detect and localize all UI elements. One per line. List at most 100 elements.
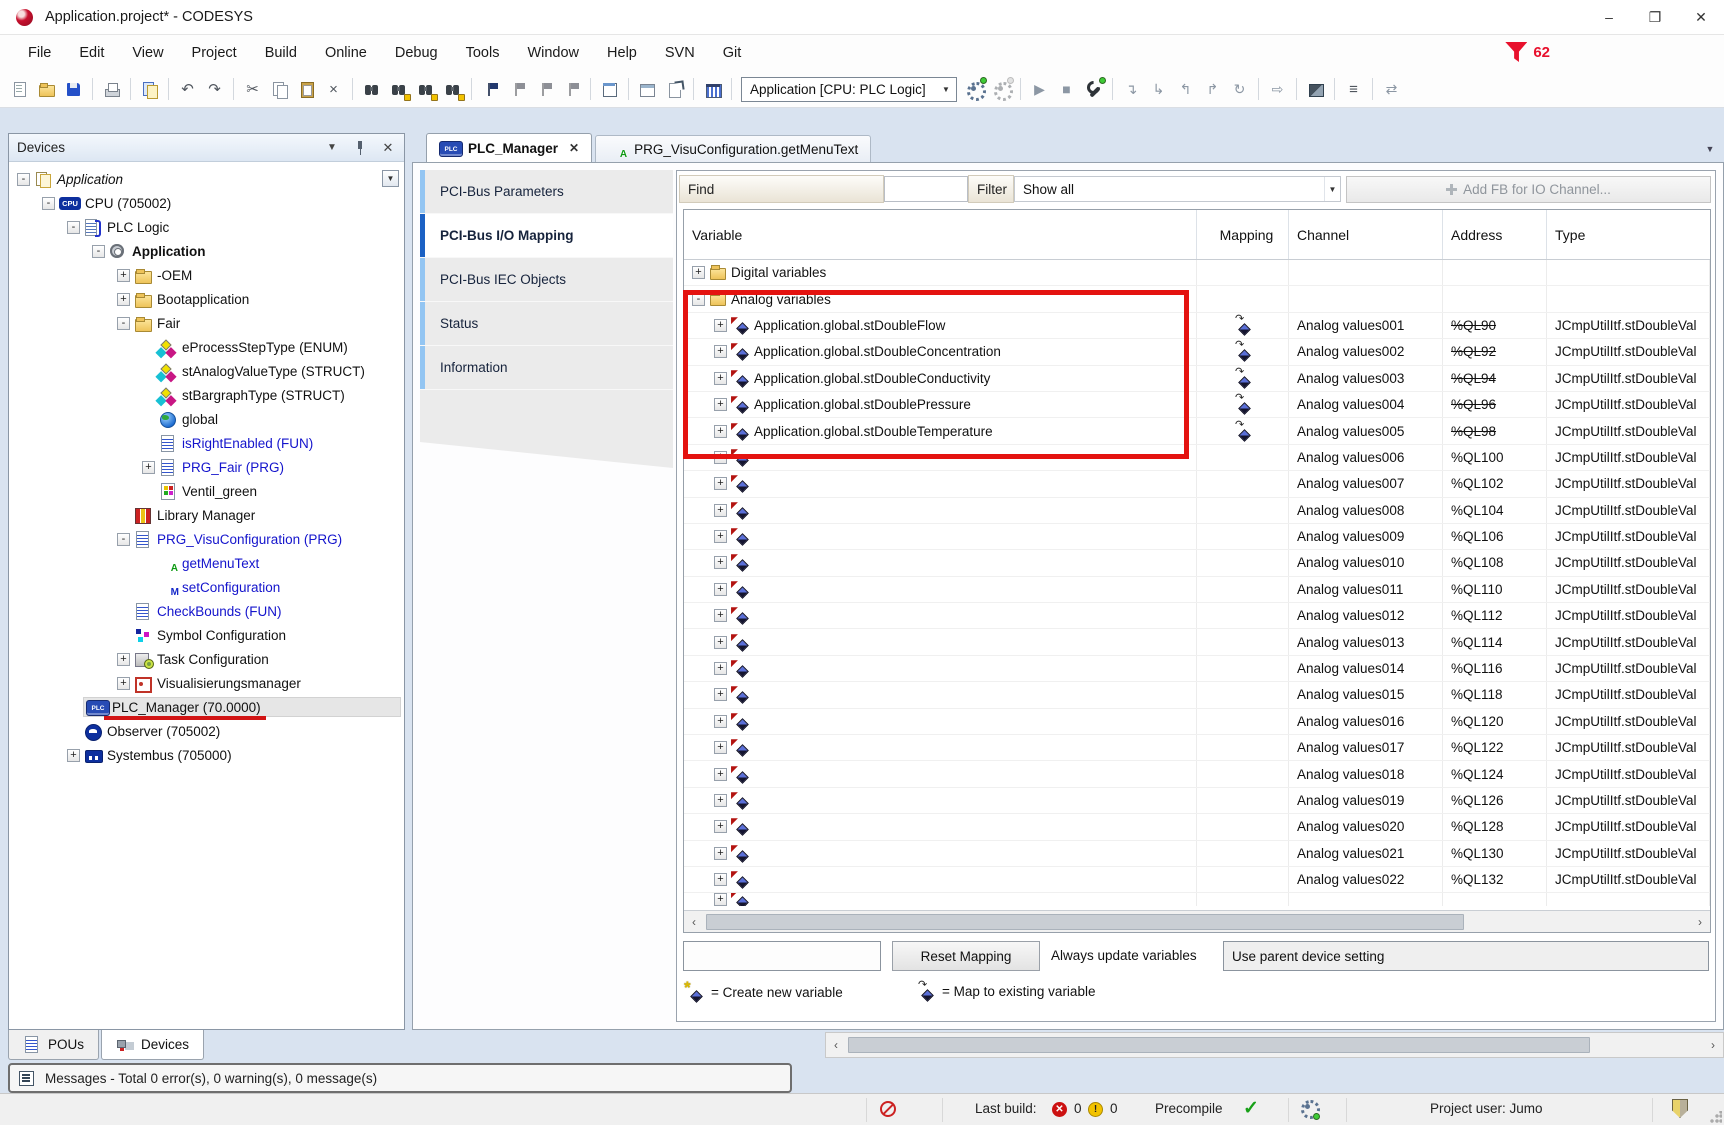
build-button[interactable]: [700, 77, 725, 102]
table-row[interactable]: +◤Analog values022%QL132JCmpUtilItf.stDo…: [684, 867, 1710, 893]
tree-item-global[interactable]: global: [9, 407, 404, 431]
nav-tab-status[interactable]: Status: [420, 302, 673, 346]
tree-item--oem[interactable]: +-OEM: [9, 263, 404, 287]
table-row[interactable]: +◤Analog values008%QL104JCmpUtilItf.stDo…: [684, 498, 1710, 524]
toggle-bookmark-button[interactable]: [478, 77, 503, 102]
group-expander[interactable]: -: [692, 293, 705, 306]
row-expander[interactable]: +: [714, 583, 727, 596]
tree-item-application[interactable]: -Application▼: [9, 167, 404, 191]
nav-tab-pci-bus-iec-objects[interactable]: PCI-Bus IEC Objects: [420, 258, 673, 302]
tree-item-plc-manager-70-0000-[interactable]: PLC_Manager (70.0000): [9, 695, 404, 719]
table-row[interactable]: +◤Analog values020%QL128JCmpUtilItf.stDo…: [684, 814, 1710, 840]
nav-tab-pci-bus-i-o-mapping[interactable]: PCI-Bus I/O Mapping: [420, 214, 673, 258]
tree-expander[interactable]: -: [67, 221, 80, 234]
messages-bar[interactable]: Messages - Total 0 error(s), 0 warning(s…: [8, 1063, 792, 1093]
menu-help[interactable]: Help: [593, 39, 651, 67]
cut-button[interactable]: ✂: [240, 77, 265, 102]
clear-bookmarks-button[interactable]: [559, 77, 584, 102]
table-row[interactable]: +◤Analog values015%QL118JCmpUtilItf.stDo…: [684, 682, 1710, 708]
find-button[interactable]: [359, 77, 384, 102]
update-mode-combo[interactable]: Use parent device setting: [1223, 941, 1709, 971]
table-row[interactable]: +◤Analog values018%QL124JCmpUtilItf.stDo…: [684, 761, 1710, 787]
new-object-button[interactable]: [662, 77, 687, 102]
table-row[interactable]: +◤Analog values017%QL122JCmpUtilItf.stDo…: [684, 735, 1710, 761]
tree-item-systembus-705000-[interactable]: +Systembus (705000): [9, 743, 404, 767]
table-row[interactable]: +◤Analog values011%QL110JCmpUtilItf.stDo…: [684, 577, 1710, 603]
stop-button[interactable]: ■: [1054, 77, 1079, 102]
nav-tab-pci-bus-parameters[interactable]: PCI-Bus Parameters: [420, 170, 673, 214]
bottom-tab-devices[interactable]: Devices: [101, 1030, 204, 1060]
row-expander[interactable]: +: [714, 609, 727, 622]
tree-expander[interactable]: +: [117, 293, 130, 306]
column-header-variable[interactable]: Variable: [684, 210, 1197, 259]
table-row[interactable]: +◤Application.global.stDoubleConductivit…: [684, 366, 1710, 392]
previous-bookmark-button[interactable]: [505, 77, 530, 102]
menu-window[interactable]: Window: [513, 39, 593, 67]
table-row[interactable]: +◤: [684, 893, 1710, 906]
row-expander[interactable]: +: [714, 847, 727, 860]
scroll-left-icon[interactable]: ‹: [684, 915, 704, 929]
row-expander[interactable]: +: [714, 425, 727, 438]
tree-item-getmenutext[interactable]: getMenuText: [9, 551, 404, 575]
row-expander[interactable]: +: [714, 372, 727, 385]
tree-expander[interactable]: +: [67, 749, 80, 762]
row-expander[interactable]: +: [714, 741, 727, 754]
find-replace-button[interactable]: [386, 77, 411, 102]
table-row[interactable]: +◤Application.global.stDoubleFlowAnalog …: [684, 313, 1710, 339]
tree-item-prg-visuconfiguration-prg-[interactable]: -PRG_VisuConfiguration (PRG): [9, 527, 404, 551]
scroll-thumb[interactable]: [848, 1037, 1590, 1053]
tree-expander[interactable]: -: [117, 533, 130, 546]
undo-button[interactable]: ↶: [175, 77, 200, 102]
maximize-button[interactable]: ❐: [1632, 0, 1678, 35]
menu-tools[interactable]: Tools: [452, 39, 514, 67]
properties-button[interactable]: [597, 77, 622, 102]
find-in-project-button[interactable]: [413, 77, 438, 102]
row-expander[interactable]: +: [714, 530, 727, 543]
replace-in-project-button[interactable]: [440, 77, 465, 102]
editor-tab-prg-visuconfiguration-getmenutext[interactable]: PRG_VisuConfiguration.getMenuText: [595, 135, 871, 162]
table-row[interactable]: +◤Analog values013%QL114JCmpUtilItf.stDo…: [684, 629, 1710, 655]
copy-special-button[interactable]: [137, 77, 162, 102]
tree-expander[interactable]: +: [142, 461, 155, 474]
tree-item-fair[interactable]: -Fair: [9, 311, 404, 335]
editor-horizontal-scrollbar[interactable]: ‹ ›: [825, 1032, 1724, 1058]
row-expander[interactable]: +: [714, 556, 727, 569]
next-bookmark-button[interactable]: [532, 77, 557, 102]
watch-list-button[interactable]: ≡: [1341, 77, 1366, 102]
generate-runtime-button[interactable]: [989, 77, 1014, 102]
single-cycle-button[interactable]: ↻: [1227, 77, 1252, 102]
row-expander[interactable]: +: [714, 477, 727, 490]
resize-grip[interactable]: [1710, 1111, 1722, 1123]
table-group-row[interactable]: +Digital variables: [684, 260, 1710, 286]
tree-item-task-configuration[interactable]: +Task Configuration: [9, 647, 404, 671]
table-row[interactable]: +◤Analog values016%QL120JCmpUtilItf.stDo…: [684, 709, 1710, 735]
table-row[interactable]: +◤Analog values019%QL126JCmpUtilItf.stDo…: [684, 788, 1710, 814]
paste-button[interactable]: [294, 77, 319, 102]
row-expander[interactable]: +: [714, 451, 727, 464]
tree-item-setconfiguration[interactable]: setConfiguration: [9, 575, 404, 599]
row-expander[interactable]: +: [714, 893, 727, 906]
find-input[interactable]: [884, 176, 968, 202]
minimize-button[interactable]: –: [1586, 0, 1632, 35]
table-row[interactable]: +◤Application.global.stDoubleConcentrati…: [684, 339, 1710, 365]
row-expander[interactable]: +: [714, 768, 727, 781]
table-row[interactable]: +◤Analog values012%QL112JCmpUtilItf.stDo…: [684, 603, 1710, 629]
menu-build[interactable]: Build: [251, 39, 311, 67]
reset-mapping-button[interactable]: Reset Mapping: [892, 941, 1040, 971]
chevron-down-icon[interactable]: ▼: [1324, 177, 1340, 201]
step-over-button[interactable]: ↴: [1119, 77, 1144, 102]
close-tab-icon[interactable]: ✕: [569, 141, 579, 155]
tree-expander[interactable]: +: [117, 653, 130, 666]
delete-button[interactable]: ×: [321, 77, 346, 102]
tree-item-plc-logic[interactable]: -PLC Logic: [9, 215, 404, 239]
table-row[interactable]: +◤Analog values014%QL116JCmpUtilItf.stDo…: [684, 656, 1710, 682]
row-expander[interactable]: +: [714, 504, 727, 517]
flow-control-button[interactable]: [1303, 77, 1328, 102]
tree-item-isrightenabled-fun-[interactable]: isRightEnabled (FUN): [9, 431, 404, 455]
notification-flag[interactable]: 62: [1505, 42, 1550, 62]
tree-item-stbargraphtype-struct-[interactable]: stBargraphType (STRUCT): [9, 383, 404, 407]
bottom-tab-pous[interactable]: POUs: [8, 1030, 99, 1060]
row-expander[interactable]: +: [714, 688, 727, 701]
compare-button[interactable]: ⇄: [1379, 77, 1404, 102]
column-header-channel[interactable]: Channel: [1289, 210, 1443, 259]
